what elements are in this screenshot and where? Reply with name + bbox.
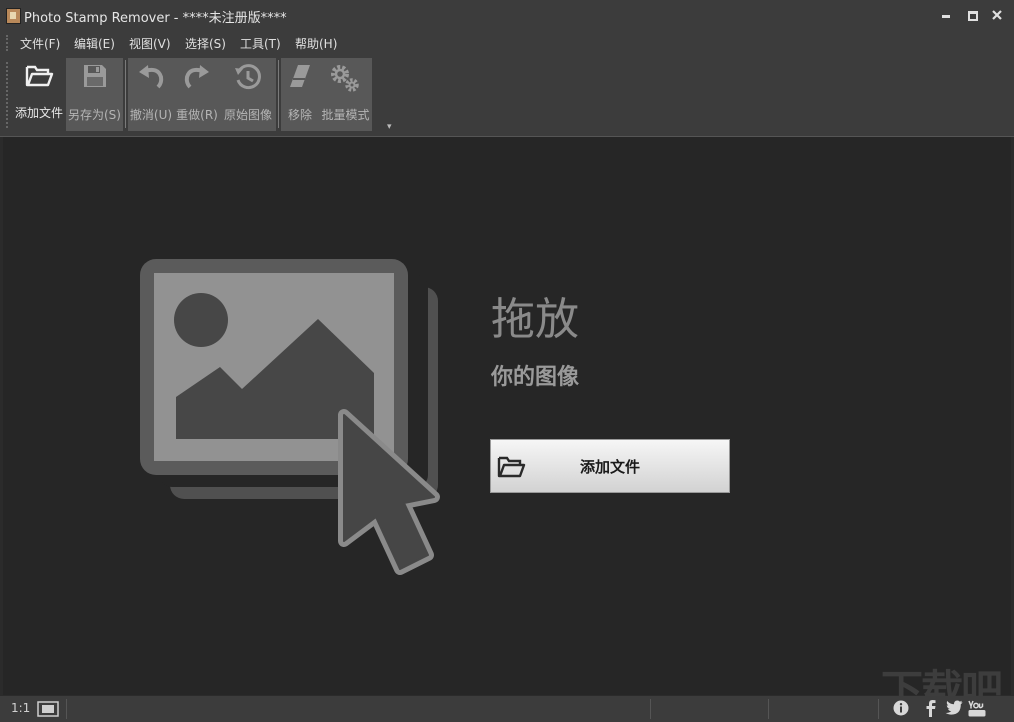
zoom-level[interactable]: 1:1 [11,701,30,715]
edit-group: 移除 批量模式 [281,58,372,131]
menu-bar: 文件(F) 编辑(E) 视图(V) 选择(S) 工具(T) 帮助(H) [0,30,1014,56]
status-separator [66,699,67,719]
toolbar-separator [278,60,279,128]
toolbar-overflow-button[interactable]: ▾ [387,122,392,132]
add-file-label: 添加文件 [14,106,63,120]
twitter-icon[interactable] [945,700,963,715]
gears-icon [331,65,359,92]
menu-tools[interactable]: 工具(T) [240,35,281,52]
close-icon [992,10,1002,20]
redo-label: 重做(R) [176,108,218,122]
menu-select[interactable]: 选择(S) [185,35,226,52]
undo-label: 撤消(U) [129,108,173,122]
menu-help[interactable]: 帮助(H) [295,35,337,52]
add-file-toolbar-button[interactable]: 添加文件 [12,56,66,129]
drop-title: 拖放 [491,294,579,345]
redo-icon [184,65,209,89]
save-as-label: 另存为(S) [68,108,121,122]
save-group: 另存为(S) [66,58,123,131]
save-as-button[interactable]: 另存为(S) [66,58,123,131]
toolbar-separator [125,60,126,128]
add-file-button-label: 添加文件 [579,458,640,476]
drop-subtitle: 你的图像 [491,365,580,390]
close-button[interactable] [988,6,1006,24]
history-clock-icon [235,64,261,90]
floppy-disk-icon [84,65,106,87]
window-title: Photo Stamp Remover - ****未注册版**** [24,11,287,26]
original-image-label: 原始图像 [223,108,272,122]
app-icon [6,8,21,24]
eraser-icon [290,65,310,87]
menu-file[interactable]: 文件(F) [20,35,60,52]
menu-grip[interactable] [6,35,10,51]
menu-view[interactable]: 视图(V) [129,35,171,52]
folder-open-icon [25,65,54,87]
facebook-icon[interactable] [925,700,937,717]
menu-edit[interactable]: 编辑(E) [74,35,115,52]
remove-button[interactable]: 移除 [281,58,319,131]
fit-to-window-icon[interactable] [37,701,59,717]
info-icon[interactable] [893,700,909,716]
status-separator [878,699,879,719]
undo-icon [139,65,164,89]
image-canvas[interactable]: 拖放 你的图像 添加文件 下载吧 [3,137,1011,715]
redo-button[interactable]: 重做(R) [174,58,220,131]
toolbar: 添加文件 另存为(S) 撤消(U) 重做(R) 原始图像 移除 批量模式 ▾ [0,56,1014,137]
drop-image-illustration [140,259,440,575]
status-separator [650,699,651,719]
maximize-button[interactable] [964,6,982,24]
title-bar: Photo Stamp Remover - ****未注册版**** [0,0,1014,30]
status-bar: 1:1 [0,696,1014,722]
remove-label: 移除 [287,108,312,122]
toolbar-grip[interactable] [6,62,10,128]
youtube-icon[interactable] [968,700,986,717]
add-file-button[interactable]: 添加文件 [490,439,730,493]
batch-mode-label: 批量模式 [321,108,370,122]
status-separator [768,699,769,719]
original-image-button[interactable]: 原始图像 [220,58,276,131]
minimize-button[interactable] [938,6,956,24]
batch-mode-button[interactable]: 批量模式 [319,58,372,131]
history-group: 撤消(U) 重做(R) 原始图像 [128,58,276,131]
undo-button[interactable]: 撤消(U) [128,58,174,131]
